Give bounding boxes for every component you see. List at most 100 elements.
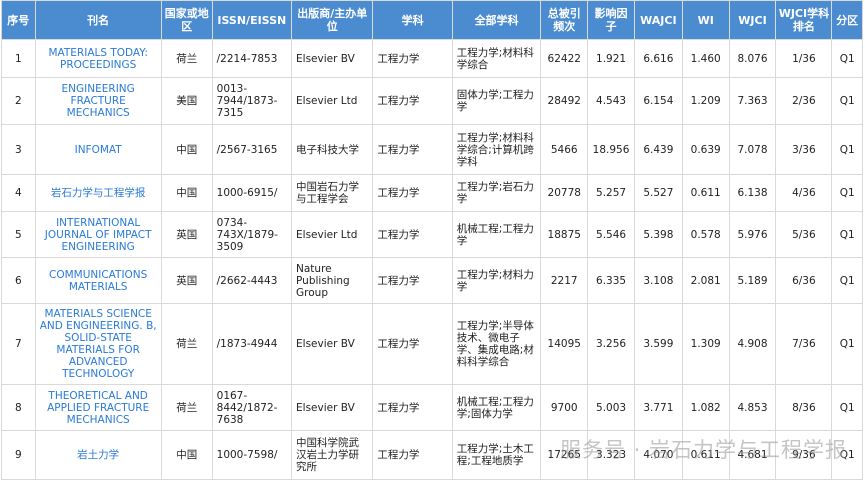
journal-title-link[interactable]: MATERIALS SCIENCE AND ENGINEERING. B, SO…	[34, 303, 162, 385]
header-index[interactable]: 序号	[1, 0, 36, 40]
quartile: Q1	[831, 303, 863, 385]
wajci: 3.599	[633, 303, 683, 385]
issn: 1000-7598/	[211, 430, 293, 480]
table-header-row: 序号 刊名 国家或地区 ISSN/EISSN 出版商/主办单位 学科 全部学科 …	[1, 0, 863, 40]
header-wjci[interactable]: WJCI	[728, 0, 777, 40]
issn: 1000-6915/	[211, 174, 293, 212]
row-index: 8	[1, 384, 36, 431]
journal-title-link[interactable]: ENGINEERING FRACTURE MECHANICS	[34, 77, 162, 125]
quartile: Q1	[831, 430, 863, 480]
wjci: 4.853	[728, 384, 777, 431]
header-all-subjects[interactable]: 全部学科	[451, 0, 542, 40]
issn: /1873-4944	[211, 303, 293, 385]
impact-factor: 18.956	[587, 124, 635, 175]
journal-title-link[interactable]: THEORETICAL AND APPLIED FRACTURE MECHANI…	[34, 384, 162, 431]
wjci-rank: 1/36	[775, 39, 833, 78]
issn: 0013-7944/1873-7315	[211, 77, 293, 125]
journal-title-link[interactable]: 岩石力学与工程学报	[34, 174, 162, 212]
journal-ranking-table: 序号 刊名 国家或地区 ISSN/EISSN 出版商/主办单位 学科 全部学科 …	[1, 0, 863, 480]
total-citations: 5466	[540, 124, 589, 175]
wjci: 6.138	[728, 174, 777, 212]
all-subjects: 固体力学;工程力学	[451, 77, 542, 125]
all-subjects: 机械工程;工程力学;固体力学	[451, 384, 542, 431]
wjci-rank: 5/36	[775, 211, 833, 258]
table-row: 1 MATERIALS TODAY: PROCEEDINGS 荷兰/2214-785…	[1, 39, 863, 78]
wajci: 6.439	[633, 124, 683, 175]
subject: 工程力学	[372, 384, 453, 431]
header-quartile[interactable]: 分区	[831, 0, 863, 40]
header-journal[interactable]: 刊名	[34, 0, 162, 40]
impact-factor: 5.257	[587, 174, 635, 212]
journal-title-link[interactable]: 岩土力学	[34, 430, 162, 480]
wjci: 4.908	[728, 303, 777, 385]
wi: 1.209	[681, 77, 730, 125]
all-subjects: 工程力学;材料科学综合	[451, 39, 542, 78]
wjci: 7.078	[728, 124, 777, 175]
impact-factor: 6.335	[587, 257, 635, 304]
all-subjects: 工程力学;材料力学	[451, 257, 542, 304]
journal-title-link[interactable]: COMMUNICATIONS MATERIALS	[34, 257, 162, 304]
quartile: Q1	[831, 77, 863, 125]
header-subject[interactable]: 学科	[372, 0, 453, 40]
header-wajci[interactable]: WAJCI	[633, 0, 683, 40]
publisher: Nature Publishing Group	[291, 257, 374, 304]
row-index: 6	[1, 257, 36, 304]
subject: 工程力学	[372, 77, 453, 125]
wjci-rank: 9/36	[775, 430, 833, 480]
row-index: 9	[1, 430, 36, 480]
quartile: Q1	[831, 174, 863, 212]
wajci: 5.398	[633, 211, 683, 258]
issn: 0167-8442/1872-7638	[211, 384, 293, 431]
subject: 工程力学	[372, 303, 453, 385]
header-publisher[interactable]: 出版商/主办单位	[291, 0, 374, 40]
subject: 工程力学	[372, 124, 453, 175]
impact-factor: 1.921	[587, 39, 635, 78]
journal-title-link[interactable]: INTERNATIONAL JOURNAL OF IMPACT ENGINEER…	[34, 211, 162, 258]
impact-factor: 5.546	[587, 211, 635, 258]
country: 英国	[160, 211, 213, 258]
total-citations: 17265	[540, 430, 589, 480]
total-citations: 62422	[540, 39, 589, 78]
wi: 0.611	[681, 174, 730, 212]
wajci: 6.616	[633, 39, 683, 78]
subject: 工程力学	[372, 211, 453, 258]
wajci: 3.108	[633, 257, 683, 304]
wjci: 4.681	[728, 430, 777, 480]
table-row: 8 THEORETICAL AND APPLIED FRACTURE MECHAN…	[1, 384, 863, 431]
wjci-rank: 6/36	[775, 257, 833, 304]
total-citations: 2217	[540, 257, 589, 304]
issn: /2567-3165	[211, 124, 293, 175]
header-wi[interactable]: WI	[681, 0, 730, 40]
header-wjci-rank[interactable]: WJCI学科排名	[775, 0, 833, 40]
row-index: 3	[1, 124, 36, 175]
wjci: 7.363	[728, 77, 777, 125]
total-citations: 18875	[540, 211, 589, 258]
all-subjects: 工程力学;土木工程;工程地质学	[451, 430, 542, 480]
country: 英国	[160, 257, 213, 304]
all-subjects: 工程力学;岩石力学	[451, 174, 542, 212]
publisher: Elsevier BV	[291, 39, 374, 78]
wjci-rank: 8/36	[775, 384, 833, 431]
quartile: Q1	[831, 257, 863, 304]
wjci-rank: 2/36	[775, 77, 833, 125]
header-issn[interactable]: ISSN/EISSN	[211, 0, 293, 40]
row-index: 7	[1, 303, 36, 385]
quartile: Q1	[831, 211, 863, 258]
total-citations: 20778	[540, 174, 589, 212]
publisher: 电子科技大学	[291, 124, 374, 175]
row-index: 5	[1, 211, 36, 258]
country: 荷兰	[160, 303, 213, 385]
country: 荷兰	[160, 39, 213, 78]
wi: 0.639	[681, 124, 730, 175]
header-country[interactable]: 国家或地区	[160, 0, 213, 40]
issn: /2662-4443	[211, 257, 293, 304]
journal-title-link[interactable]: MATERIALS TODAY: PROCEEDINGS	[34, 39, 162, 78]
journal-title-link[interactable]: INFOMAT	[34, 124, 162, 175]
table-row: 6 COMMUNICATIONS MATERIALS 英国/2662-4443 Nat…	[1, 257, 863, 304]
header-total-citations[interactable]: 总被引频次	[540, 0, 589, 40]
table-row: 2 ENGINEERING FRACTURE MECHANICS 美国 0013-79…	[1, 77, 863, 125]
total-citations: 14095	[540, 303, 589, 385]
row-index: 1	[1, 39, 36, 78]
header-impact-factor[interactable]: 影响因子	[587, 0, 635, 40]
country: 美国	[160, 77, 213, 125]
